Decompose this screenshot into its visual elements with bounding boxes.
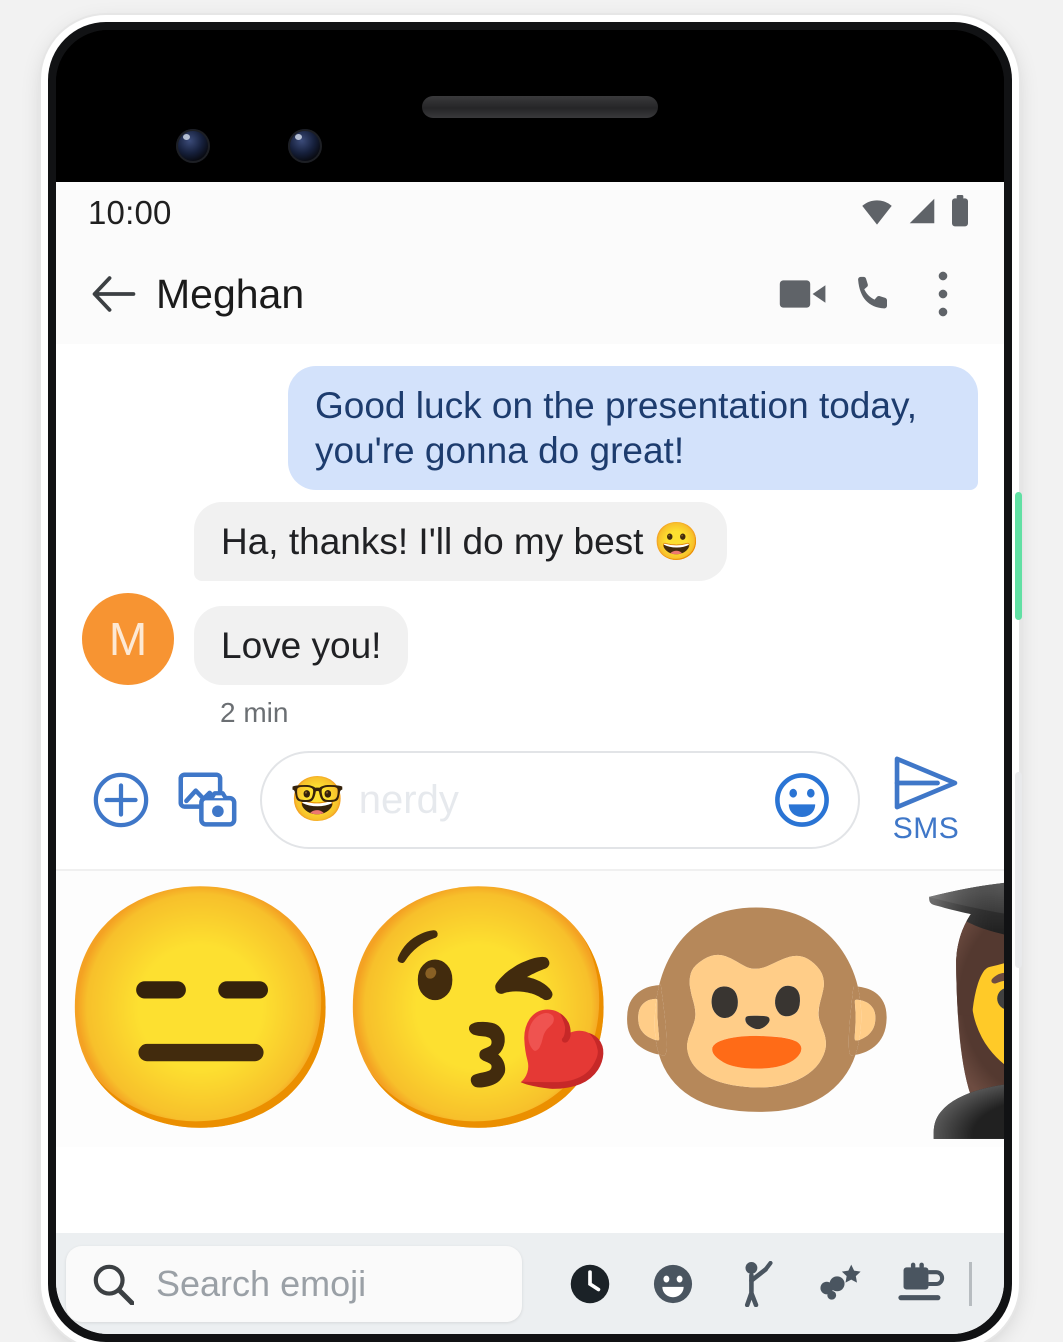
input-emoji-preview: 🤓 xyxy=(290,775,345,825)
message-row-incoming-last: M Love you! xyxy=(82,593,978,686)
app-bar: Meghan xyxy=(56,244,1004,344)
category-people[interactable] xyxy=(720,1248,792,1320)
plus-circle-icon xyxy=(93,773,149,828)
battery-icon xyxy=(950,194,970,232)
earpiece-speaker xyxy=(422,96,658,118)
search-icon xyxy=(93,1264,134,1305)
message-row-outgoing: Good luck on the presentation today, you… xyxy=(82,366,978,491)
status-time: 10:00 xyxy=(88,194,172,231)
food-drink-icon xyxy=(898,1262,945,1300)
emoji-suggestion-item[interactable]: 😘 xyxy=(332,879,626,1139)
avatar[interactable]: M xyxy=(82,593,174,686)
volume-button[interactable] xyxy=(1015,772,1022,968)
back-button[interactable] xyxy=(82,262,146,326)
phone-icon xyxy=(858,276,887,309)
category-divider xyxy=(969,1261,973,1306)
emoji-category-tabs xyxy=(522,1248,996,1320)
send-button-label: SMS xyxy=(892,811,960,845)
send-arrow-icon xyxy=(894,756,958,810)
phone-screen-housing: 10:00 Meghan Good luck on the presentati… xyxy=(56,30,1004,1334)
message-bubble-incoming[interactable]: Ha, thanks! I'll do my best 😀 xyxy=(194,502,727,582)
message-row-incoming: Ha, thanks! I'll do my best 😀 xyxy=(82,502,978,582)
wifi-icon xyxy=(860,196,894,231)
gallery-camera-button[interactable] xyxy=(164,757,250,843)
phone-device-frame: 10:00 Meghan Good luck on the presentati… xyxy=(48,22,1022,1342)
video-call-button[interactable] xyxy=(768,259,838,329)
message-thread: Good luck on the presentation today, you… xyxy=(56,344,1004,738)
person-waving-icon xyxy=(744,1260,773,1307)
video-camera-icon xyxy=(779,280,826,308)
emoji-picker-bar: Search emoji xyxy=(56,1233,1004,1334)
smiley-icon xyxy=(653,1264,692,1303)
message-input-text: nerdy xyxy=(358,777,459,822)
nature-icon xyxy=(820,1264,861,1300)
message-input-field[interactable]: 🤓 nerdy xyxy=(260,751,860,850)
add-attachment-button[interactable] xyxy=(78,757,164,843)
category-recent[interactable] xyxy=(554,1248,626,1320)
emoji-suggestion-strip[interactable]: 😑 😘 🐵 👩‍🎓 xyxy=(56,869,1004,1148)
more-vertical-icon xyxy=(938,271,948,317)
status-bar: 10:00 xyxy=(56,182,1004,244)
phone-screen: 10:00 Meghan Good luck on the presentati… xyxy=(56,182,1004,1334)
message-bubble-outgoing[interactable]: Good luck on the presentation today, you… xyxy=(288,366,978,491)
message-bubble-incoming[interactable]: Love you! xyxy=(194,606,409,686)
emoji-search-placeholder: Search emoji xyxy=(156,1262,367,1304)
emoji-search-input[interactable]: Search emoji xyxy=(66,1245,522,1322)
status-icons xyxy=(860,194,970,232)
top-bezel xyxy=(56,30,1004,182)
category-nature[interactable] xyxy=(803,1248,875,1320)
emoji-suggestion-item[interactable]: 😑 xyxy=(56,879,348,1139)
voice-call-button[interactable] xyxy=(838,259,908,329)
cellular-signal-icon xyxy=(907,196,937,231)
clock-icon xyxy=(570,1264,609,1303)
photo-camera-icon xyxy=(178,772,237,827)
power-button[interactable] xyxy=(1015,492,1022,620)
category-food[interactable] xyxy=(886,1248,958,1320)
emoji-suggestion-item[interactable]: 👩‍🎓 xyxy=(896,879,1004,1139)
emoji-suggestion-item[interactable]: 🐵 xyxy=(610,879,904,1139)
emoji-toggle-button[interactable] xyxy=(766,764,838,836)
page-title: Meghan xyxy=(156,270,305,317)
send-button[interactable]: SMS xyxy=(870,755,982,846)
category-smileys[interactable] xyxy=(637,1248,709,1320)
overflow-menu-button[interactable] xyxy=(908,259,978,329)
message-composer: 🤓 nerdy SMS xyxy=(56,737,1004,870)
message-timestamp: 2 min xyxy=(220,697,289,729)
back-arrow-icon xyxy=(92,276,136,312)
front-camera-icon xyxy=(176,129,210,163)
front-camera-secondary-icon xyxy=(288,129,322,163)
emoji-face-icon xyxy=(775,773,829,828)
